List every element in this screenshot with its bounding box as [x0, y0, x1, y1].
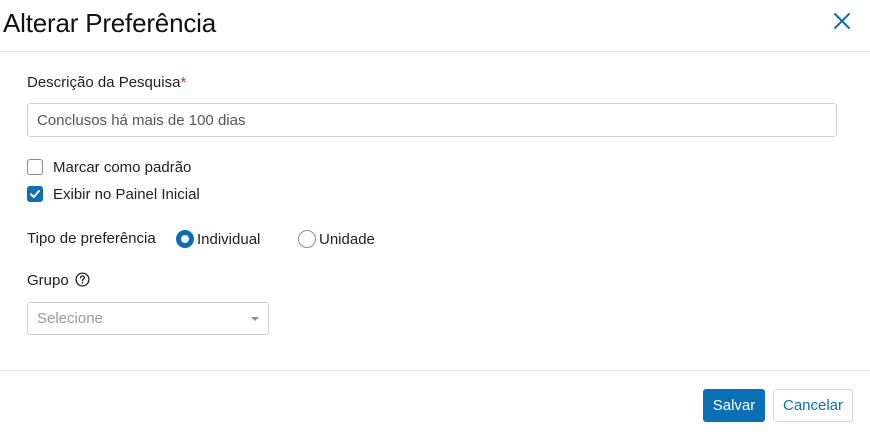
cancel-button[interactable]: Cancelar — [773, 389, 853, 422]
checkbox-exibir-no-painel-inicial[interactable]: Exibir no Painel Inicial — [27, 184, 200, 204]
checkbox-box[interactable] — [27, 159, 43, 175]
description-label: Descrição da Pesquisa* — [27, 74, 186, 91]
dialog-header: Alterar Preferência — [0, 0, 870, 52]
checkbox-marcar-como-padrao[interactable]: Marcar como padrão — [27, 157, 191, 177]
checkbox-label: Exibir no Painel Inicial — [53, 185, 200, 203]
description-input[interactable] — [27, 103, 837, 137]
save-button[interactable]: Salvar — [703, 389, 765, 422]
radio-label: Individual — [197, 230, 261, 248]
required-mark: * — [180, 74, 187, 91]
checkbox-label: Marcar como padrão — [53, 158, 192, 176]
description-label-text: Descrição da Pesquisa — [27, 74, 181, 91]
group-select[interactable]: Selecione — [27, 302, 269, 335]
preference-type-label: Tipo de preferência — [27, 230, 156, 247]
check-icon — [30, 190, 40, 198]
radio-button-selected[interactable] — [176, 230, 194, 248]
radio-button[interactable] — [298, 230, 316, 248]
alterar-preferencia-dialog: Alterar Preferência Descrição da Pesquis… — [0, 0, 870, 436]
dialog-title: Alterar Preferência — [3, 8, 216, 38]
caret-down-icon — [251, 317, 259, 321]
radio-individual[interactable]: Individual — [176, 229, 260, 249]
radio-unidade[interactable]: Unidade — [298, 229, 375, 249]
help-circle-icon[interactable] — [75, 272, 90, 287]
checkbox-box-checked[interactable] — [27, 186, 43, 202]
group-label: Grupo — [27, 272, 69, 289]
radio-label: Unidade — [319, 230, 375, 248]
group-select-placeholder: Selecione — [37, 310, 103, 327]
close-icon[interactable] — [832, 11, 852, 31]
footer-divider — [0, 370, 870, 371]
